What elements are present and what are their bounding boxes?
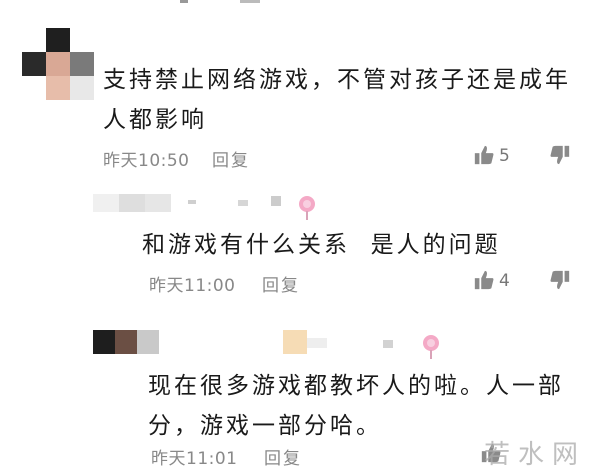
comment-time: 昨天11:00 [149, 276, 236, 296]
lollipop-icon [299, 196, 315, 220]
reply-username-blur[interactable] [93, 330, 403, 356]
lollipop-icon [423, 335, 439, 359]
comment-text: 和游戏有什么关系 是人的问题 [142, 232, 501, 258]
thumbs-down-icon[interactable] [549, 144, 571, 166]
thumbs-down-icon[interactable] [549, 269, 571, 291]
comment-text: 支持禁止网络游戏，不管对孩子还是成年 人都影响 [103, 67, 571, 133]
comment-time: 昨天10:50 [103, 151, 190, 171]
site-watermark: 若水网 [483, 440, 586, 470]
comment-time: 昨天11:01 [151, 449, 238, 469]
like-count: 5 [499, 146, 510, 166]
thumbs-up-icon[interactable] [473, 269, 495, 291]
reply-username-blur[interactable] [93, 190, 293, 216]
comment-item: 支持禁止网络游戏，不管对孩子还是成年 人都影响 昨天10:50 回复 5 [0, 0, 600, 183]
thumbs-up-icon[interactable] [473, 144, 495, 166]
avatar[interactable] [22, 28, 102, 100]
reply-button[interactable]: 回复 [264, 444, 302, 469]
like-count: 4 [499, 271, 510, 291]
reply-comment-item: 和游戏有什么关系 是人的问题 昨天11:00 回复 4 [0, 183, 600, 316]
reply-button[interactable]: 回复 [262, 271, 300, 296]
reply-button[interactable]: 回复 [212, 146, 250, 171]
